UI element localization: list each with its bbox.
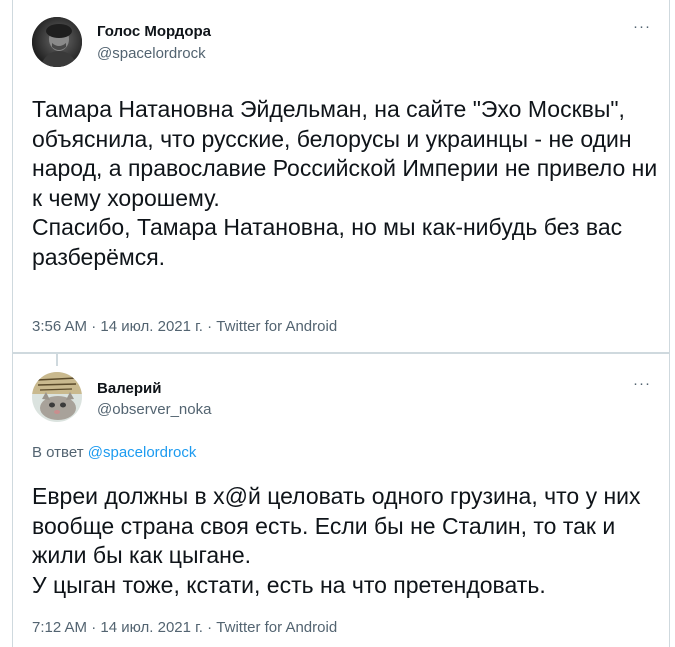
reply-prefix: В ответ [32, 444, 84, 461]
display-name[interactable]: Валерий [97, 380, 161, 397]
avatar[interactable] [32, 372, 82, 422]
tweet-thread: Голос Мордора @spacelordrock ··· Тамара … [0, 0, 675, 647]
more-options-icon[interactable]: ··· [633, 19, 651, 34]
tweet-reply[interactable]: Валерий @observer_noka ··· В ответ @spac… [12, 353, 670, 647]
tweet-text: Тамара Натановна Эйдельман, на сайте "Эх… [32, 96, 658, 270]
tweet-timestamp[interactable]: 7:12 AM · 14 июл. 2021 г. · Twitter for … [32, 619, 337, 636]
display-name[interactable]: Голос Мордора [97, 23, 211, 40]
avatar-cat-icon [32, 372, 82, 422]
reply-context: В ответ @spacelordrock [32, 444, 196, 461]
avatar[interactable] [32, 17, 82, 67]
reply-mention-link[interactable]: @spacelordrock [88, 444, 197, 461]
more-options-icon[interactable]: ··· [633, 376, 651, 391]
tweet-timestamp[interactable]: 3:56 AM · 14 июл. 2021 г. · Twitter for … [32, 318, 337, 335]
tweet-original[interactable]: Голос Мордора @spacelordrock ··· Тамара … [12, 0, 670, 353]
thread-connector-line [56, 354, 58, 366]
avatar-photo-icon [32, 17, 82, 67]
user-handle[interactable]: @observer_noka [97, 401, 211, 418]
user-handle[interactable]: @spacelordrock [97, 45, 206, 62]
tweet-text: Евреи должны в х@й целовать одного грузи… [32, 483, 641, 598]
